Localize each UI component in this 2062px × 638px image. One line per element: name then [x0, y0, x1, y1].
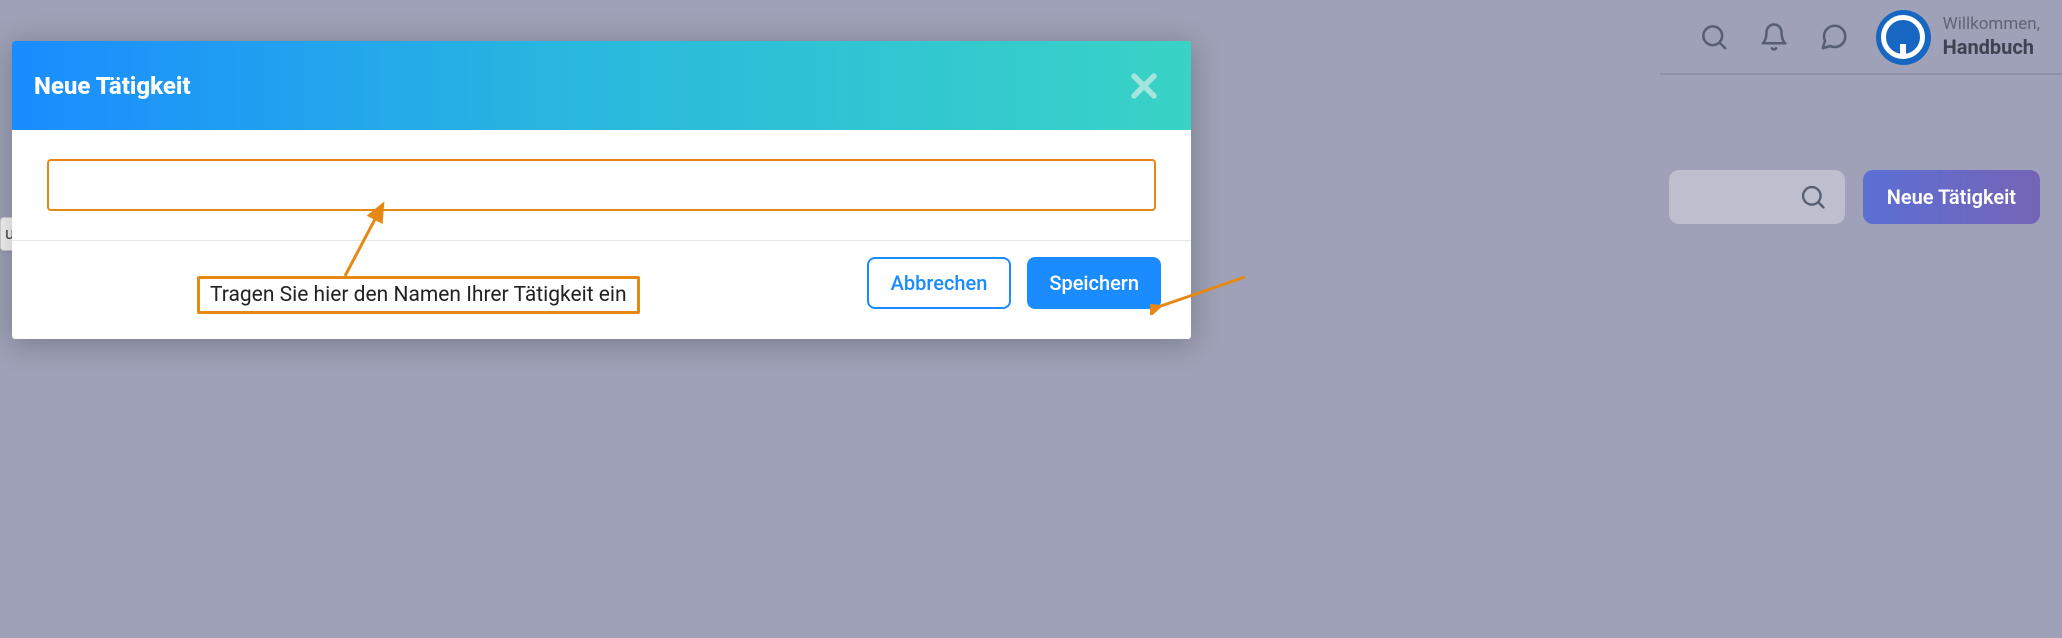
- save-button-label: Speichern: [1049, 271, 1139, 295]
- modal-title: Neue Tätigkeit: [34, 72, 191, 100]
- save-button[interactable]: Speichern: [1027, 257, 1161, 309]
- modal-header: Neue Tätigkeit: [12, 41, 1191, 130]
- chat-icon[interactable]: [1816, 19, 1852, 55]
- page-toolbar: Neue Tätigkeit: [1669, 170, 2040, 224]
- topbar-divider: [1660, 73, 2062, 75]
- new-activity-label: Neue Tätigkeit: [1887, 185, 2016, 209]
- welcome-text: Willkommen, Handbuch: [1943, 14, 2040, 60]
- welcome-label: Willkommen,: [1943, 14, 2040, 35]
- cancel-button-label: Abbrechen: [891, 271, 988, 295]
- modal-body: [12, 130, 1191, 241]
- page-search-input[interactable]: [1669, 170, 1845, 224]
- new-activity-button[interactable]: Neue Tätigkeit: [1863, 170, 2040, 224]
- activity-name-input[interactable]: [47, 159, 1156, 211]
- search-icon: [1799, 183, 1827, 211]
- welcome-name: Handbuch: [1943, 35, 2040, 60]
- avatar: [1876, 10, 1931, 65]
- search-icon[interactable]: [1696, 19, 1732, 55]
- bell-icon[interactable]: [1756, 19, 1792, 55]
- user-menu[interactable]: Willkommen, Handbuch: [1876, 10, 2040, 65]
- annotation-callout: Tragen Sie hier den Namen Ihrer Tätigkei…: [197, 276, 640, 314]
- cancel-button[interactable]: Abbrechen: [867, 257, 1012, 309]
- topbar: Willkommen, Handbuch: [1696, 7, 2040, 67]
- close-icon[interactable]: [1127, 69, 1161, 103]
